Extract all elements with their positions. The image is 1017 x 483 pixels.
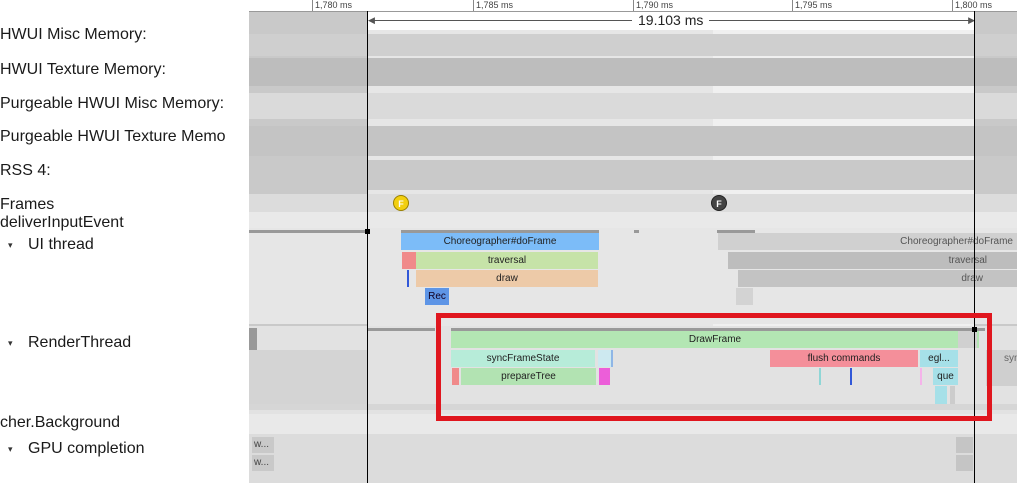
track-label-rss: RSS 4: (0, 162, 51, 179)
counter-track-hwui-misc[interactable] (249, 34, 1017, 56)
track-label-gpu-completion[interactable]: GPU completion (28, 440, 145, 458)
slice-traversal[interactable]: traversal (416, 252, 598, 269)
expand-caret-icon[interactable]: ▾ (8, 334, 13, 352)
slice-choreographer-doframe-faded[interactable]: Choreographer#doFrame (718, 233, 1017, 250)
slice-choreographer-doframe[interactable]: Choreographer#doFrame (401, 233, 599, 250)
expand-caret-icon[interactable]: ▾ (8, 236, 13, 254)
counter-track-hwui-texture[interactable] (249, 58, 1017, 86)
track-label-hwui-misc-memory: HWUI Misc Memory: (0, 26, 147, 43)
track-label-hwui-texture-memory: HWUI Texture Memory: (0, 61, 166, 78)
expand-caret-icon[interactable]: ▾ (8, 440, 13, 458)
timeline-panel[interactable]: 1,780 ms 1,785 ms 1,790 ms 1,795 ms 1,80… (249, 0, 1017, 483)
track-label-render-thread[interactable]: RenderThread (28, 334, 131, 352)
track-label-deliver-input-event: deliverInputEvent (0, 214, 124, 231)
counter-track-purgeable-texture[interactable] (249, 126, 1017, 156)
time-ruler[interactable]: 1,780 ms 1,785 ms 1,790 ms 1,795 ms 1,80… (249, 0, 1017, 12)
highlight-box (436, 313, 992, 421)
gpu-completion-track[interactable] (249, 434, 1017, 483)
slice-record[interactable]: Rec (425, 288, 449, 305)
track-names-panel: HWUI Misc Memory: HWUI Texture Memory: P… (0, 0, 249, 483)
track-label-frames: Frames (0, 196, 55, 213)
slice-draw[interactable]: draw (416, 270, 598, 287)
selection-duration-label: 19.103 ms (632, 12, 710, 29)
slice-sync-faded[interactable]: sync (1004, 350, 1017, 367)
ruler-tick-label: 1,780 ms (315, 0, 353, 10)
slice-gpu-wait[interactable]: w... (252, 437, 274, 453)
frame-marker-janky-icon[interactable]: F (711, 195, 727, 211)
ruler-tick-label: 1,785 ms (476, 0, 514, 10)
slice-draw-faded[interactable]: draw (738, 270, 1017, 287)
counter-track-purgeable-misc[interactable] (249, 93, 1017, 119)
deliver-input-event-track[interactable] (249, 212, 1017, 228)
slice-gpu-wait[interactable]: w... (252, 455, 274, 471)
ruler-tick-label: 1,790 ms (636, 0, 674, 10)
track-label-purgeable-texture-memory: Purgeable HWUI Texture Memo (0, 128, 226, 145)
ruler-tick-label: 1,795 ms (795, 0, 833, 10)
track-label-purgeable-misc-memory: Purgeable HWUI Misc Memory: (0, 95, 225, 112)
frames-track[interactable] (249, 194, 1017, 212)
ruler-tick-label: 1,800 ms (955, 0, 993, 10)
counter-track-rss[interactable] (249, 160, 1017, 190)
track-label-background: cher.Background (0, 414, 121, 431)
selection-duration-bar: ◀ ▶ 19.103 ms (368, 12, 975, 30)
slice-small[interactable] (402, 252, 416, 269)
selection-start-line[interactable] (367, 11, 368, 483)
frame-marker-good-icon[interactable]: F (393, 195, 409, 211)
track-label-ui-thread[interactable]: UI thread (28, 236, 94, 254)
